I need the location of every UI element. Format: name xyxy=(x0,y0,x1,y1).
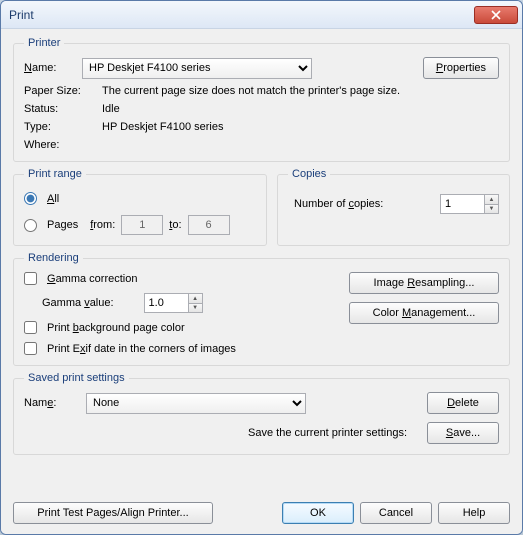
titlebar: Print xyxy=(1,1,522,29)
saved-settings-group: Saved print settings Name: None Delete S… xyxy=(13,372,510,455)
saved-name-label: Name: xyxy=(24,397,76,409)
range-to-input[interactable] xyxy=(188,215,230,235)
range-pages-label: Pages xyxy=(47,219,78,231)
range-all-radio[interactable] xyxy=(24,192,37,205)
dialog-body: Printer Name: HP Deskjet F4100 series Pr… xyxy=(1,29,522,534)
print-dialog: Print Printer Name: HP Deskjet F4100 ser… xyxy=(0,0,523,535)
copies-spinner[interactable]: ▲ ▼ xyxy=(440,194,499,214)
printer-group: Printer Name: HP Deskjet F4100 series Pr… xyxy=(13,37,510,162)
copies-down-icon[interactable]: ▼ xyxy=(484,204,499,214)
saved-name-select[interactable]: None xyxy=(86,393,306,414)
print-test-button[interactable]: Print Test Pages/Align Printer... xyxy=(13,502,213,524)
type-label: Type: xyxy=(24,121,96,133)
close-icon xyxy=(491,10,501,20)
print-exif-label: Print Exif date in the corners of images xyxy=(47,343,236,355)
close-button[interactable] xyxy=(474,6,518,24)
paper-size-value: The current page size does not match the… xyxy=(102,85,400,97)
rendering-group: Rendering Gamma correction Gamma value: … xyxy=(13,252,510,366)
image-resampling-button[interactable]: Image Resampling... xyxy=(349,272,499,294)
properties-button[interactable]: Properties xyxy=(423,57,499,79)
dialog-footer: Print Test Pages/Align Printer... OK Can… xyxy=(13,496,510,524)
gamma-down-icon[interactable]: ▼ xyxy=(188,303,203,313)
printer-legend: Printer xyxy=(24,37,64,49)
gamma-correction-checkbox[interactable] xyxy=(24,272,37,285)
paper-size-label: Paper Size: xyxy=(24,85,96,97)
copies-legend: Copies xyxy=(288,168,330,180)
range-from-input[interactable] xyxy=(121,215,163,235)
status-label: Status: xyxy=(24,103,96,115)
copies-group: Copies Number of copies: ▲ ▼ xyxy=(277,168,510,246)
copies-num-label: Number of copies: xyxy=(294,198,383,210)
status-value: Idle xyxy=(102,103,120,115)
range-pages-radio[interactable] xyxy=(24,219,37,232)
gamma-correction-label: Gamma correction xyxy=(47,273,137,285)
rendering-legend: Rendering xyxy=(24,252,83,264)
save-button[interactable]: Save... xyxy=(427,422,499,444)
gamma-value-input[interactable] xyxy=(144,293,188,313)
print-bg-label: Print background page color xyxy=(47,322,185,334)
printer-name-label: Name: xyxy=(24,62,76,74)
window-title: Print xyxy=(9,8,474,22)
color-management-button[interactable]: Color Management... xyxy=(349,302,499,324)
range-all-label: All xyxy=(47,193,59,205)
ok-button[interactable]: OK xyxy=(282,502,354,524)
type-value: HP Deskjet F4100 series xyxy=(102,121,223,133)
print-range-legend: Print range xyxy=(24,168,86,180)
gamma-value-label: Gamma value: xyxy=(42,297,114,309)
saved-settings-legend: Saved print settings xyxy=(24,372,129,384)
gamma-spinner[interactable]: ▲ ▼ xyxy=(144,293,203,313)
print-exif-checkbox[interactable] xyxy=(24,342,37,355)
gamma-up-icon[interactable]: ▲ xyxy=(188,293,203,303)
delete-button[interactable]: Delete xyxy=(427,392,499,414)
save-hint-label: Save the current printer settings: xyxy=(24,427,417,439)
help-button[interactable]: Help xyxy=(438,502,510,524)
range-to-label: to: xyxy=(169,219,181,231)
copies-up-icon[interactable]: ▲ xyxy=(484,194,499,204)
print-range-group: Print range All Pages from: to: xyxy=(13,168,267,246)
print-bg-checkbox[interactable] xyxy=(24,321,37,334)
range-from-label: from: xyxy=(90,219,115,231)
cancel-button[interactable]: Cancel xyxy=(360,502,432,524)
printer-name-select[interactable]: HP Deskjet F4100 series xyxy=(82,58,312,79)
where-label: Where: xyxy=(24,139,96,151)
copies-input[interactable] xyxy=(440,194,484,214)
